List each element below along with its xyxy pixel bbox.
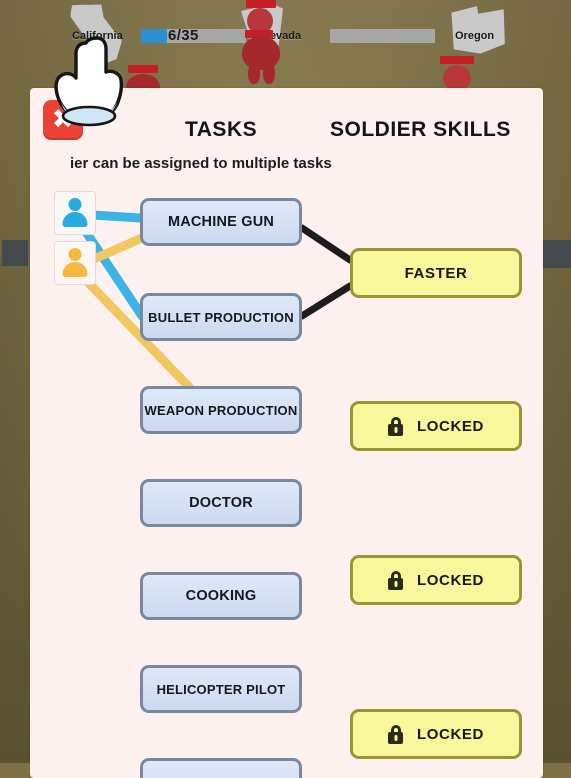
task-button-weapon-production[interactable]: WEAPON PRODUCTION [140,386,302,434]
state-label-california: California [72,30,123,42]
panel-subtitle: ier can be assigned to multiple tasks [70,155,332,172]
skill-button-locked-2[interactable]: LOCKED [350,555,522,605]
wall-structure-left [2,240,28,266]
lock-icon [388,724,404,744]
lock-icon [388,416,404,436]
wall-structure-right [543,240,571,268]
task-button-cooking[interactable]: COOKING [140,572,302,620]
task-label: BULLET PRODUCTION [148,309,294,325]
task-button-machine-gun[interactable]: MACHINE GUN [140,198,302,246]
close-button[interactable]: ✖ [43,100,83,140]
tasks-panel: ✖ TASKS SOLDIER SKILLS ier can be assign… [30,88,543,778]
task-label: HELICOPTER PILOT [156,681,286,697]
skill-button-faster[interactable]: FASTER [350,248,522,298]
task-button-partial[interactable] [140,758,302,778]
state-label-oregon: Oregon [455,30,495,42]
task-button-helicopter-pilot[interactable]: HELICOPTER PILOT [140,665,302,713]
enemy-soldier-body-1 [242,36,280,70]
skill-label: LOCKED [417,725,484,743]
person-head [68,248,82,261]
person-head [68,198,82,211]
person-body [62,262,88,277]
progress-fill-california [141,29,168,43]
skill-button-locked-1[interactable]: LOCKED [350,401,522,451]
skill-label: LOCKED [417,571,484,589]
person-icon [61,198,89,228]
close-icon: ✖ [51,103,75,135]
progress-label-california: 6/35 [168,27,199,44]
tasks-column-header: TASKS [185,118,258,141]
task-label: WEAPON PRODUCTION [144,402,298,418]
lock-icon [388,570,404,590]
task-label: MACHINE GUN [167,214,275,230]
task-label: COOKING [185,588,257,604]
progress-bar-nevada [330,29,435,43]
task-button-bullet-production[interactable]: BULLET PRODUCTION [140,293,302,341]
enemy-soldier-leg-r [263,62,275,84]
task-label: DOCTOR [189,495,253,511]
health-bar-top [246,0,276,8]
soldier-avatar-blue[interactable] [54,191,96,235]
soldier-avatar-orange[interactable] [54,241,96,285]
task-button-doctor[interactable]: DOCTOR [140,479,302,527]
person-icon [61,248,89,278]
skills-column-header: SOLDIER SKILLS [330,118,511,141]
skill-label: LOCKED [417,417,484,435]
health-bar-4 [128,65,158,73]
enemy-soldier-leg-l [248,62,260,84]
skill-button-locked-3[interactable]: LOCKED [350,709,522,759]
health-bar-3 [440,56,474,64]
person-body [62,212,88,227]
skill-label: FASTER [404,264,468,282]
